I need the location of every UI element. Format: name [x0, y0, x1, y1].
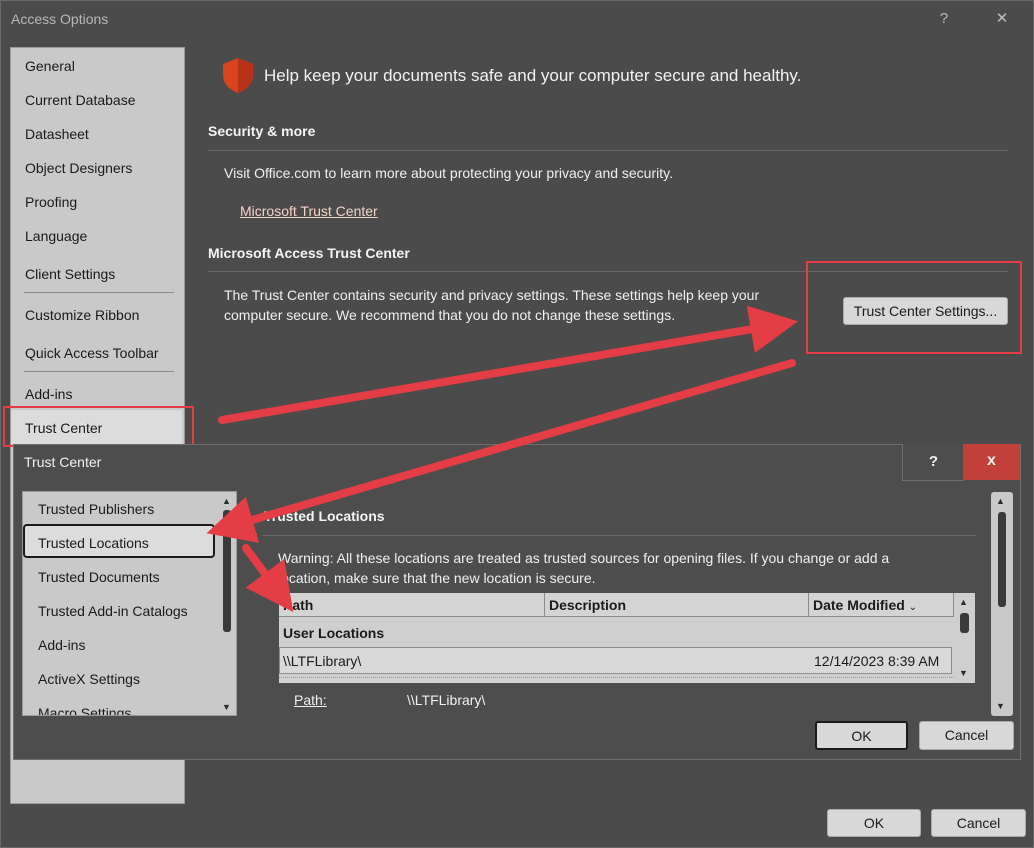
tc-nav-activex-settings[interactable]: ActiveX Settings: [38, 671, 140, 687]
nav-item-language[interactable]: Language: [25, 228, 87, 244]
nav-item-general[interactable]: General: [25, 58, 75, 74]
tc-close-button[interactable]: x: [963, 444, 1020, 480]
tc-section-heading: Trusted Locations: [264, 508, 385, 524]
tc-ok-button[interactable]: OK: [815, 721, 908, 750]
tc-nav-macro-settings[interactable]: Macro Settings: [38, 705, 131, 715]
tc-content-scrollbar-thumb[interactable]: [998, 512, 1006, 607]
table-scrollbar-thumb[interactable]: [960, 613, 969, 633]
trust-center-text-line2: computer secure. We recommend that you d…: [224, 307, 676, 323]
nav-item-add-ins[interactable]: Add-ins: [25, 386, 72, 402]
column-header-description[interactable]: Description: [545, 593, 809, 617]
nav-item-client-settings[interactable]: Client Settings: [25, 266, 115, 282]
nav-item-customize-ribbon[interactable]: Customize Ribbon: [25, 307, 139, 323]
scroll-down-arrow-icon[interactable]: ▼: [959, 668, 968, 678]
row-path: \\LTFLibrary\: [283, 653, 362, 669]
group-header-user-locations: User Locations: [283, 625, 385, 641]
nav-item-datasheet[interactable]: Datasheet: [25, 126, 89, 142]
tc-nav-trusted-documents[interactable]: Trusted Documents: [38, 569, 160, 585]
detail-path-label: Path:: [294, 692, 327, 708]
tc-help-button[interactable]: ?: [902, 444, 964, 481]
scroll-up-arrow-icon[interactable]: ▲: [959, 597, 968, 607]
trust-center-text-line1: The Trust Center contains security and p…: [224, 287, 760, 303]
tc-nav-trusted-add-in-catalogs[interactable]: Trusted Add-in Catalogs: [38, 603, 188, 619]
scroll-up-arrow-icon[interactable]: ▲: [222, 496, 231, 506]
nav-divider: [24, 371, 174, 372]
trusted-locations-table: Path Description Date Modified ⌄ User Lo…: [279, 593, 954, 683]
nav-item-object-designers[interactable]: Object Designers: [25, 160, 132, 176]
tc-warning-line1: Warning: All these locations are treated…: [278, 550, 890, 566]
column-header-date-modified-label: Date Modified: [813, 597, 905, 613]
window-title: Access Options: [11, 11, 109, 27]
tc-warning-line2: location, make sure that the new locatio…: [278, 570, 596, 586]
row-date-modified: 12/14/2023 8:39 AM: [814, 653, 940, 669]
detail-path-value: \\LTFLibrary\: [407, 692, 486, 708]
section-heading-security: Security & more: [208, 123, 316, 139]
tc-nav-add-ins[interactable]: Add-ins: [38, 637, 85, 653]
ok-button[interactable]: OK: [827, 809, 921, 837]
tc-dialog-title: Trust Center: [24, 454, 102, 470]
nav-item-current-database[interactable]: Current Database: [25, 92, 136, 108]
tc-cancel-button[interactable]: Cancel: [919, 721, 1014, 750]
section-divider: [208, 271, 1008, 272]
scroll-down-arrow-icon[interactable]: ▼: [996, 701, 1005, 711]
nav-item-quick-access-toolbar[interactable]: Quick Access Toolbar: [25, 345, 159, 361]
scroll-up-arrow-icon[interactable]: ▲: [996, 496, 1005, 506]
cancel-button[interactable]: Cancel: [931, 809, 1026, 837]
microsoft-trust-center-link[interactable]: Microsoft Trust Center: [240, 203, 378, 219]
tc-nav-scrollbar-thumb[interactable]: [223, 510, 231, 632]
section-heading-trust-center: Microsoft Access Trust Center: [208, 245, 410, 261]
trust-center-settings-button[interactable]: Trust Center Settings...: [843, 297, 1008, 325]
nav-divider: [24, 292, 174, 293]
tc-nav-list: Trusted Publishers Trusted Locations Tru…: [22, 491, 237, 716]
column-header-path[interactable]: Path: [279, 593, 545, 617]
security-text: Visit Office.com to learn more about pro…: [224, 165, 673, 181]
section-divider: [208, 150, 1008, 151]
column-header-date-modified[interactable]: Date Modified ⌄: [809, 593, 954, 617]
tc-nav-trusted-locations[interactable]: Trusted Locations: [38, 535, 149, 551]
nav-item-proofing[interactable]: Proofing: [25, 194, 77, 210]
close-button[interactable]: ✕: [980, 5, 1024, 33]
table-row-partial: [279, 677, 954, 683]
help-button[interactable]: ?: [922, 5, 966, 33]
section-divider: [262, 535, 976, 536]
tc-nav-trusted-publishers[interactable]: Trusted Publishers: [38, 501, 154, 517]
sort-chevron-icon: ⌄: [908, 602, 918, 613]
banner-text: Help keep your documents safe and your c…: [264, 66, 802, 85]
nav-item-trust-center[interactable]: Trust Center: [25, 420, 102, 436]
scroll-down-arrow-icon[interactable]: ▼: [222, 702, 231, 712]
